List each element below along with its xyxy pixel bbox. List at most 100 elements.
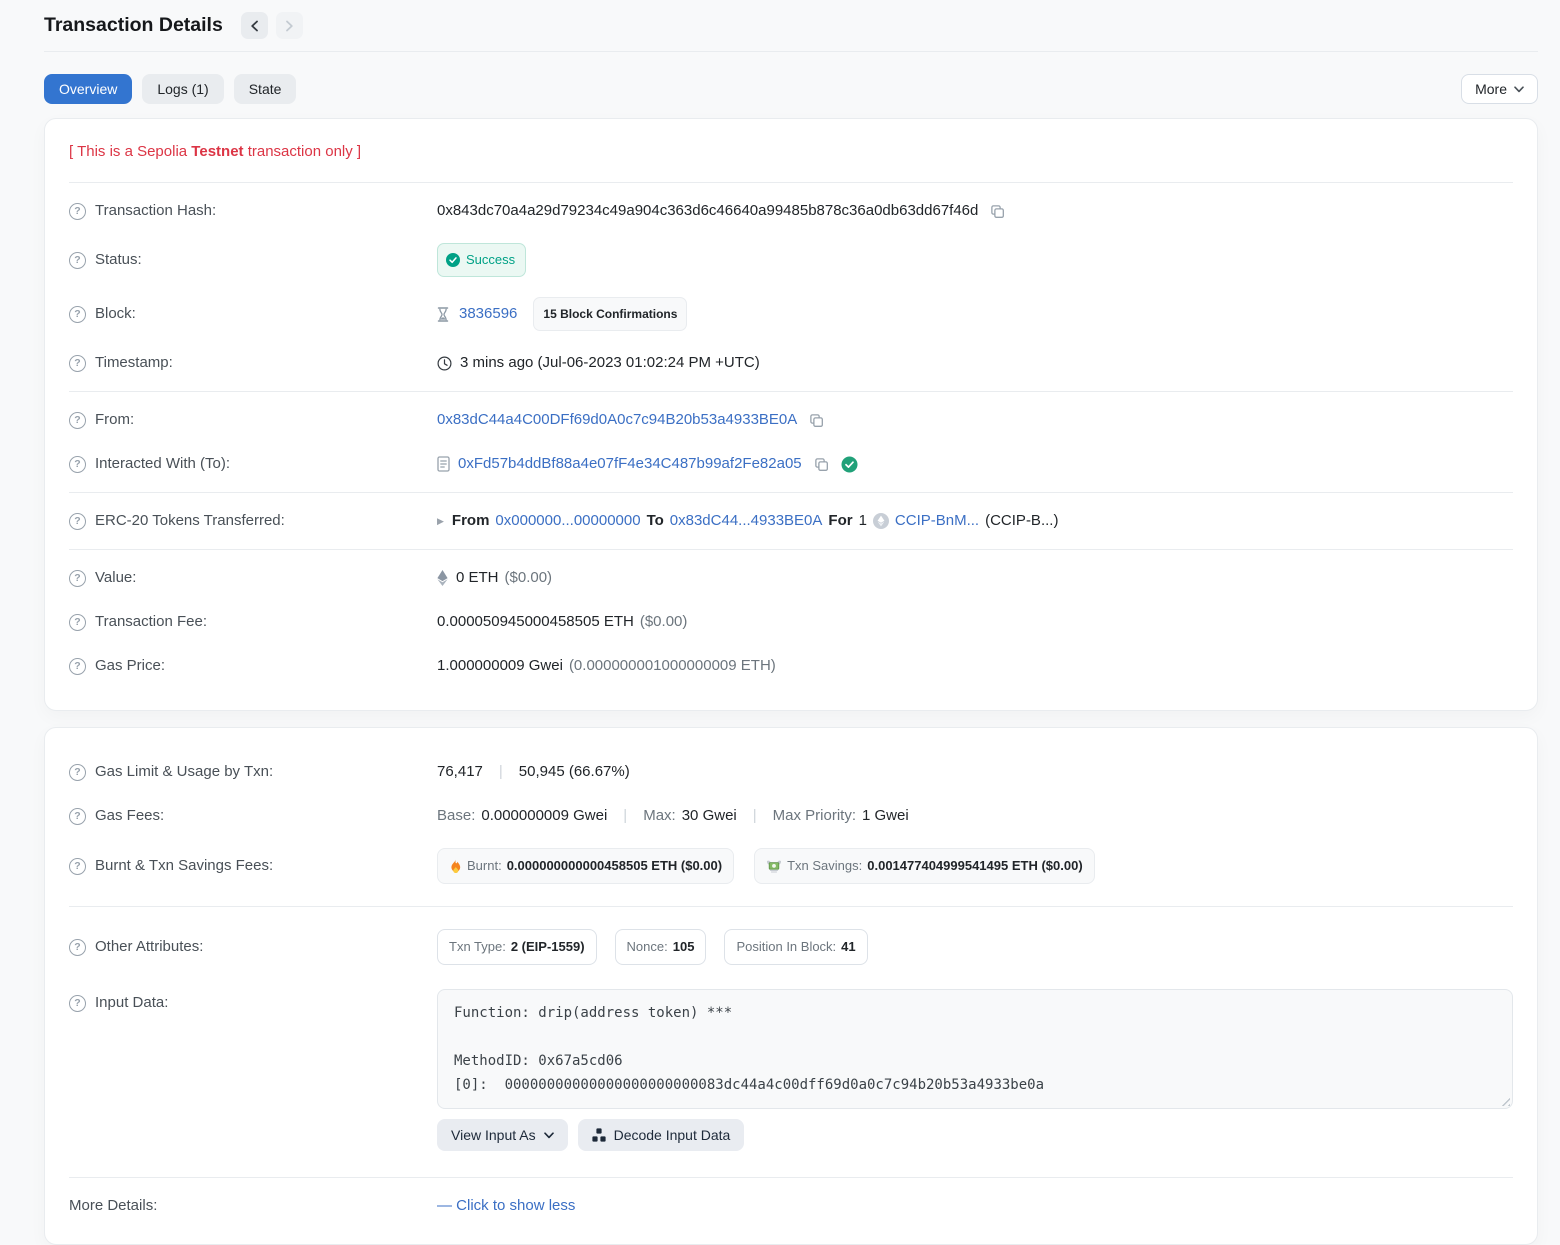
help-icon[interactable]: [69, 614, 86, 631]
erc20-from-label: From: [452, 509, 490, 533]
tab-group: Overview Logs (1) State: [44, 74, 296, 104]
gas-price-row: Gas Price: 1.000000009 Gwei (0.000000001…: [69, 644, 1513, 688]
decode-input-data-button[interactable]: Decode Input Data: [578, 1119, 745, 1151]
transaction-fee-row: Transaction Fee: 0.000050945000458505 ET…: [69, 600, 1513, 644]
tab-overview[interactable]: Overview: [44, 74, 132, 104]
transaction-hash-value: 0x843dc70a4a29d79234c49a904c363d6c46640a…: [437, 199, 978, 223]
help-icon[interactable]: [69, 513, 86, 530]
txn-type-badge: Txn Type: 2 (EIP-1559): [437, 929, 597, 965]
block-number-link[interactable]: 3836596: [459, 302, 517, 326]
block-label: Block:: [69, 302, 437, 326]
to-address-link[interactable]: 0xFd57b4ddBf88a4e07fF4e34C487b99af2Fe82a…: [458, 452, 802, 476]
value-label: Value:: [69, 566, 437, 590]
clock-icon: [437, 356, 452, 371]
burnt-label: Burnt:: [467, 854, 502, 878]
max-priority-label: Max Priority:: [773, 804, 856, 828]
burnt-value: 0.000000000000458505 ETH ($0.00): [507, 854, 722, 878]
divider: [69, 492, 1513, 493]
status-text: Success: [466, 248, 515, 272]
input-data-label: Input Data:: [69, 989, 437, 1015]
chevron-down-icon: [1514, 86, 1524, 93]
copy-to-button[interactable]: [812, 455, 831, 474]
chevron-down-icon: [544, 1132, 554, 1139]
help-icon[interactable]: [69, 456, 86, 473]
tab-logs[interactable]: Logs (1): [142, 74, 223, 104]
erc20-from-address-link[interactable]: 0x000000...00000000: [495, 509, 640, 533]
help-icon[interactable]: [69, 764, 86, 781]
pipe-divider: |: [743, 804, 767, 828]
input-data-actions: View Input As Decode Input Data: [437, 1119, 1513, 1151]
notice-suffix: transaction only ]: [244, 143, 362, 160]
status-badge: Success: [437, 243, 526, 277]
money-wings-icon: [766, 860, 782, 873]
more-dropdown-button[interactable]: More: [1461, 74, 1538, 104]
gas-price-gwei: 1.000000009 Gwei: [437, 654, 563, 678]
check-circle-icon: [446, 253, 460, 267]
token-icon: [873, 513, 889, 529]
testnet-notice: [ This is a Sepolia Testnet transaction …: [69, 141, 1513, 176]
help-icon[interactable]: [69, 939, 86, 956]
gas-price-eth: (0.000000001000000009 ETH): [569, 654, 776, 678]
verified-check-icon: [841, 456, 858, 473]
divider: [69, 182, 1513, 183]
hourglass-icon: [437, 307, 449, 322]
value-usd: ($0.00): [505, 566, 553, 590]
more-details-label: More Details:: [69, 1194, 437, 1218]
position-in-block-badge: Position In Block: 41: [724, 929, 867, 965]
prev-txn-button[interactable]: [241, 12, 268, 39]
help-icon[interactable]: [69, 995, 86, 1012]
copy-hash-button[interactable]: [988, 202, 1007, 221]
notice-bold: Testnet: [191, 143, 243, 160]
gas-used-value: 50,945 (66.67%): [519, 760, 630, 784]
divider: [69, 549, 1513, 550]
help-icon[interactable]: [69, 808, 86, 825]
details-card: Gas Limit & Usage by Txn: 76,417 | 50,94…: [44, 727, 1538, 1245]
help-icon[interactable]: [69, 306, 86, 323]
eth-diamond-icon: [437, 570, 448, 586]
erc20-to-label: To: [647, 509, 664, 533]
help-icon[interactable]: [69, 658, 86, 675]
help-icon[interactable]: [69, 355, 86, 372]
page-container: Transaction Details Overview Logs (1) St…: [44, 0, 1538, 1245]
help-icon[interactable]: [69, 858, 86, 875]
value-eth: 0 ETH: [456, 566, 499, 590]
chevron-left-icon: [250, 20, 259, 32]
copy-icon: [990, 204, 1005, 219]
erc20-transfers-label: ERC-20 Tokens Transferred:: [69, 509, 437, 533]
max-fee-value: 30 Gwei: [682, 804, 737, 828]
page-header: Transaction Details: [44, 8, 1538, 51]
transaction-hash-row: Transaction Hash: 0x843dc70a4a29d79234c4…: [69, 189, 1513, 233]
erc20-to-address-link[interactable]: 0x83dC44...4933BE0A: [670, 509, 823, 533]
tab-state[interactable]: State: [234, 74, 297, 104]
caret-right-icon: ▶: [437, 509, 444, 533]
copy-icon: [809, 413, 824, 428]
tabs-row: Overview Logs (1) State More: [44, 74, 1538, 104]
help-icon[interactable]: [69, 252, 86, 269]
input-data-textarea[interactable]: Function: drip(address token) *** Method…: [437, 989, 1513, 1109]
timestamp-value: 3 mins ago (Jul-06-2023 01:02:24 PM +UTC…: [460, 351, 760, 375]
next-txn-button[interactable]: [276, 12, 303, 39]
input-data-row: Input Data: Function: drip(address token…: [69, 975, 1513, 1161]
chevron-right-icon: [285, 20, 294, 32]
burnt-savings-label: Burnt & Txn Savings Fees:: [69, 854, 437, 878]
show-less-link[interactable]: — Click to show less: [437, 1194, 575, 1218]
help-icon[interactable]: [69, 412, 86, 429]
divider: [69, 391, 1513, 392]
other-attributes-row: Other Attributes: Txn Type: 2 (EIP-1559)…: [69, 919, 1513, 975]
view-input-as-button[interactable]: View Input As: [437, 1119, 568, 1151]
base-fee-label: Base:: [437, 804, 475, 828]
header-divider: [44, 51, 1538, 52]
copy-from-button[interactable]: [807, 411, 826, 430]
max-fee-label: Max:: [643, 804, 676, 828]
from-label: From:: [69, 408, 437, 432]
from-address-link[interactable]: 0x83dC44a4C00DFf69d0A0c7c94B20b53a4933BE…: [437, 408, 797, 432]
gas-fees-row: Gas Fees: Base: 0.000000009 Gwei | Max: …: [69, 794, 1513, 838]
token-symbol: (CCIP-B...): [985, 509, 1058, 533]
gas-limit-label: Gas Limit & Usage by Txn:: [69, 760, 437, 784]
help-icon[interactable]: [69, 203, 86, 220]
nonce-badge: Nonce: 105: [615, 929, 707, 965]
from-row: From: 0x83dC44a4C00DFf69d0A0c7c94B20b53a…: [69, 398, 1513, 442]
token-name-link[interactable]: CCIP-BnM...: [895, 509, 979, 533]
help-icon[interactable]: [69, 570, 86, 587]
copy-icon: [814, 457, 829, 472]
